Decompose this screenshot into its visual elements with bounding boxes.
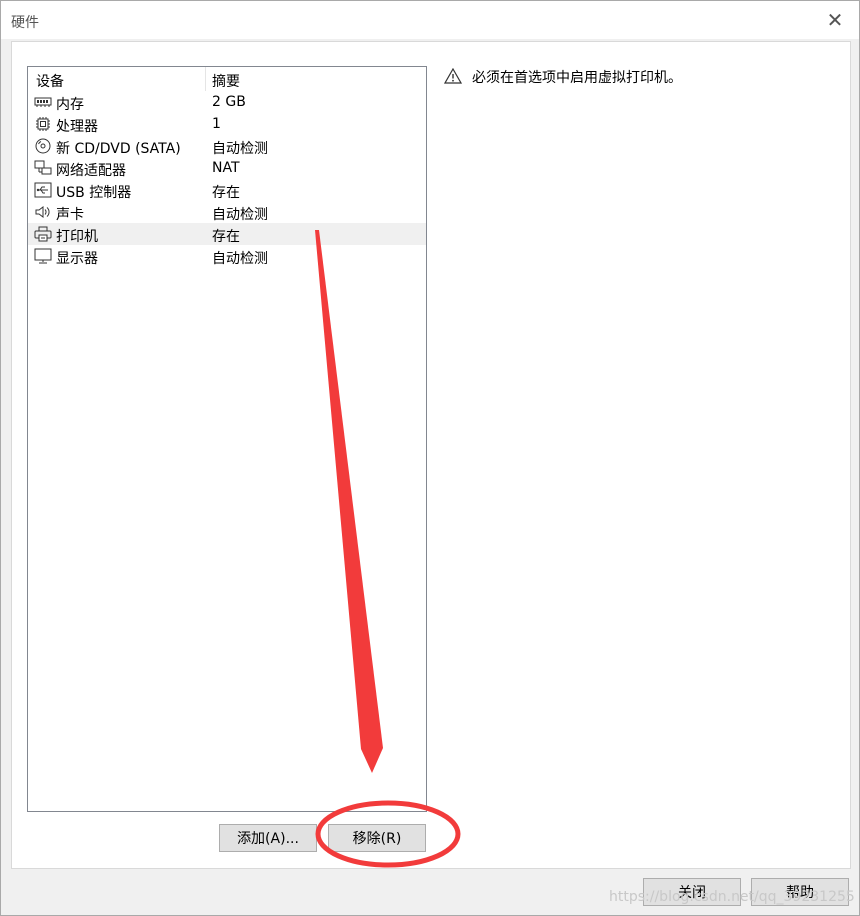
speaker-icon [35, 206, 50, 218]
device-row-usb[interactable]: USB 控制器 存在 [28, 179, 426, 201]
device-summary: 存在 [212, 185, 240, 201]
device-summary: 存在 [212, 229, 240, 245]
content-panel: 设备 摘要 内存 2 GB 处理器 1 新 CD/DVD (SATA) 自动检测 [11, 41, 851, 869]
device-summary: 自动检测 [212, 207, 268, 223]
device-row-sound[interactable]: 声卡 自动检测 [28, 201, 426, 223]
close-icon[interactable]: ✕ [823, 8, 847, 32]
column-divider[interactable] [205, 67, 206, 91]
device-name: 处理器 [56, 119, 98, 135]
device-name: 新 CD/DVD (SATA) [56, 141, 181, 157]
column-header-summary[interactable]: 摘要 [212, 71, 240, 91]
usb-icon [34, 182, 52, 198]
device-name: 网络适配器 [56, 163, 126, 179]
device-name: 打印机 [56, 229, 98, 245]
cd-dvd-icon [35, 138, 51, 154]
device-name: 显示器 [56, 251, 98, 267]
device-row-cd-dvd[interactable]: 新 CD/DVD (SATA) 自动检测 [28, 135, 426, 157]
device-row-printer[interactable]: 打印机 存在 [28, 223, 426, 245]
add-device-button[interactable]: 添加(A)... [219, 824, 317, 852]
warning-text: 必须在首选项中启用虚拟打印机。 [472, 70, 682, 86]
cpu-icon [36, 117, 50, 131]
device-name: USB 控制器 [56, 185, 132, 201]
monitor-icon [34, 248, 52, 264]
device-name: 声卡 [56, 207, 84, 223]
hardware-dialog: 硬件 ✕ 设备 摘要 内存 2 GB 处理器 1 新 CD/DVD (SATA) [0, 0, 860, 916]
network-adapter-icon [34, 160, 52, 175]
window-title: 硬件 [11, 15, 39, 31]
warning-icon [444, 68, 462, 84]
device-list[interactable]: 设备 摘要 内存 2 GB 处理器 1 新 CD/DVD (SATA) 自动检测 [27, 66, 427, 812]
memory-icon [34, 97, 52, 107]
device-summary: 1 [212, 116, 221, 132]
device-name: 内存 [56, 97, 84, 113]
device-summary: 自动检测 [212, 251, 268, 267]
list-header: 设备 摘要 [28, 67, 426, 91]
column-header-device[interactable]: 设备 [36, 71, 64, 91]
device-summary: NAT [212, 160, 240, 176]
device-summary: 2 GB [212, 94, 246, 110]
device-row-cpu[interactable]: 处理器 1 [28, 113, 426, 135]
device-row-network[interactable]: 网络适配器 NAT [28, 157, 426, 179]
device-summary: 自动检测 [212, 141, 268, 157]
device-row-display[interactable]: 显示器 自动检测 [28, 245, 426, 267]
watermark: https://blog.csdn.net/qq_39231255 [609, 889, 855, 905]
device-row-memory[interactable]: 内存 2 GB [28, 91, 426, 113]
title-bar: 硬件 ✕ [1, 1, 859, 39]
printer-icon [34, 226, 52, 242]
remove-device-button[interactable]: 移除(R) [328, 824, 426, 852]
